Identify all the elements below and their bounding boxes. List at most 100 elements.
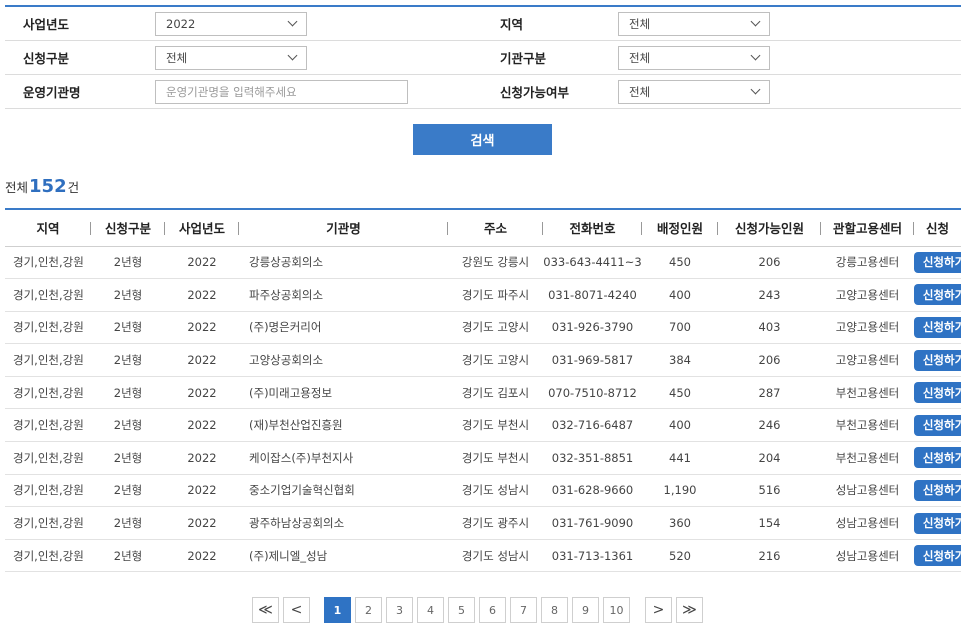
next-page-button[interactable]: > <box>645 597 672 623</box>
year-cell: 2022 <box>165 376 239 410</box>
table-row: 경기,인천,강원 2년형 2022 (주)명은커리어 경기도 고양시 031-926-37… <box>5 311 961 345</box>
apply-type-label: 신청구분 <box>23 51 70 66</box>
page-4-button[interactable]: 4 <box>417 597 444 623</box>
assigned-cell: 700 <box>642 311 718 345</box>
region-cell: 경기,인천,강원 <box>5 376 91 410</box>
region-cell: 경기,인천,강원 <box>5 343 91 377</box>
apply-cell: 신청하기 <box>914 376 961 410</box>
agency-type-label: 기관구분 <box>500 51 547 66</box>
available-cell: 206 <box>718 246 821 280</box>
column-header: 전화번호 <box>543 210 642 247</box>
apply-button[interactable]: 신청하기 <box>914 545 961 567</box>
assigned-cell: 441 <box>642 441 718 475</box>
address-cell: 경기도 광주시 <box>448 506 543 540</box>
page-9-button[interactable]: 9 <box>572 597 599 623</box>
year-cell: 2022 <box>165 246 239 280</box>
assigned-cell: 360 <box>642 506 718 540</box>
page-10-button[interactable]: 10 <box>603 597 630 623</box>
apply-button[interactable]: 신청하기 <box>914 512 961 534</box>
page-2-button[interactable]: 2 <box>355 597 382 623</box>
region-select[interactable]: 전체 <box>618 11 770 36</box>
phone-cell: 031-926-3790 <box>543 311 642 345</box>
apply-cell: 신청하기 <box>914 408 961 443</box>
page-5-button[interactable]: 5 <box>448 597 475 623</box>
year-cell: 2022 <box>165 474 239 508</box>
table-row: 경기,인천,강원 2년형 2022 중소기업기술혁신협회 경기도 성남시 031-628-… <box>5 474 961 508</box>
assigned-cell: 1,190 <box>642 474 718 508</box>
column-header: 신청 <box>914 210 961 247</box>
apply-cell: 신청하기 <box>914 441 961 475</box>
address-cell: 경기도 성남시 <box>448 539 543 573</box>
apply-button[interactable]: 신청하기 <box>914 251 961 273</box>
center-cell: 성남고용센터 <box>821 506 914 540</box>
available-select[interactable]: 전체 <box>618 79 770 104</box>
column-header: 신청가능인원 <box>718 210 821 247</box>
org-name-cell: (주)명은커리어 <box>239 311 448 345</box>
column-header-label: 지역 <box>36 221 60 237</box>
phone-cell: 032-351-8851 <box>543 441 642 475</box>
total-count-number: 152 <box>29 176 67 197</box>
org-name-cell: (주)제니엘_성남 <box>239 539 448 573</box>
table-row: 경기,인천,강원 2년형 2022 (주)미래고용정보 경기도 김포시 070-7510-… <box>5 376 961 410</box>
business-year-select[interactable]: 2022 <box>155 11 307 36</box>
available-cell: 154 <box>718 506 821 540</box>
page-1-button[interactable]: 1 <box>324 597 351 623</box>
apply-button[interactable]: 신청하기 <box>914 447 961 469</box>
org-name-input[interactable] <box>155 79 408 104</box>
phone-cell: 031-761-9090 <box>543 506 642 540</box>
apply-button[interactable]: 신청하기 <box>914 349 961 371</box>
org-name-cell: 강릉상공회의소 <box>239 246 448 280</box>
assigned-cell: 450 <box>642 246 718 280</box>
org-name-cell: 케이잡스(주)부천지사 <box>239 441 448 475</box>
column-header-label: 전화번호 <box>569 221 616 237</box>
apply-button[interactable]: 신청하기 <box>914 284 961 306</box>
region-label: 지역 <box>500 17 524 32</box>
search-button[interactable]: 검색 <box>413 124 552 155</box>
region-cell: 경기,인천,강원 <box>5 246 91 280</box>
phone-cell: 031-713-1361 <box>543 539 642 573</box>
region-cell: 경기,인천,강원 <box>5 539 91 573</box>
center-cell: 성남고용센터 <box>821 474 914 508</box>
apply-button[interactable]: 신청하기 <box>914 479 961 501</box>
column-header-label: 신청구분 <box>104 221 151 237</box>
table-header: 지역 신청구분 사업년도 기관명 주소 전화번호 배정인원 신청가능인원 관할고용센터 신청 <box>5 210 961 247</box>
prev-page-button[interactable]: < <box>283 597 310 623</box>
apply-type-cell: 2년형 <box>91 539 165 573</box>
year-cell: 2022 <box>165 278 239 312</box>
center-cell: 성남고용센터 <box>821 539 914 573</box>
apply-type-cell: 2년형 <box>91 506 165 540</box>
form-row-2: 신청구분 전체 기관구분 전체 <box>5 41 961 75</box>
apply-type-select[interactable]: 전체 <box>155 45 307 70</box>
address-cell: 경기도 고양시 <box>448 311 543 345</box>
table-row: 경기,인천,강원 2년형 2022 고양상공회의소 경기도 고양시 031-969-581… <box>5 343 961 377</box>
apply-type-cell: 2년형 <box>91 376 165 410</box>
table-body: 경기,인천,강원 2년형 2022 강릉상공회의소 강원도 강릉시 033-643-441… <box>5 246 961 573</box>
assigned-cell: 400 <box>642 408 718 443</box>
page-8-button[interactable]: 8 <box>541 597 568 623</box>
phone-cell: 070-7510-8712 <box>543 376 642 410</box>
page-3-button[interactable]: 3 <box>386 597 413 623</box>
region-cell: 경기,인천,강원 <box>5 311 91 345</box>
apply-type-cell: 2년형 <box>91 246 165 280</box>
region-cell: 경기,인천,강원 <box>5 441 91 475</box>
page-6-button[interactable]: 6 <box>479 597 506 623</box>
column-header: 관할고용센터 <box>821 210 914 247</box>
apply-button[interactable]: 신청하기 <box>914 382 961 404</box>
available-cell: 206 <box>718 343 821 377</box>
apply-button[interactable]: 신청하기 <box>914 316 961 338</box>
column-header: 배정인원 <box>642 210 718 247</box>
available-cell: 403 <box>718 311 821 345</box>
table-row: 경기,인천,강원 2년형 2022 케이잡스(주)부천지사 경기도 부천시 032-351… <box>5 441 961 475</box>
apply-button[interactable]: 신청하기 <box>914 414 961 436</box>
phone-cell: 031-969-5817 <box>543 343 642 377</box>
apply-type-cell: 2년형 <box>91 278 165 312</box>
agency-type-select[interactable]: 전체 <box>618 45 770 70</box>
column-header: 신청구분 <box>91 210 165 247</box>
year-cell: 2022 <box>165 311 239 345</box>
available-cell: 204 <box>718 441 821 475</box>
apply-cell: 신청하기 <box>914 539 961 573</box>
first-page-button[interactable]: ≪ <box>252 597 279 623</box>
last-page-button[interactable]: ≫ <box>676 597 703 623</box>
org-name-label: 운영기관명 <box>23 85 81 100</box>
page-7-button[interactable]: 7 <box>510 597 537 623</box>
